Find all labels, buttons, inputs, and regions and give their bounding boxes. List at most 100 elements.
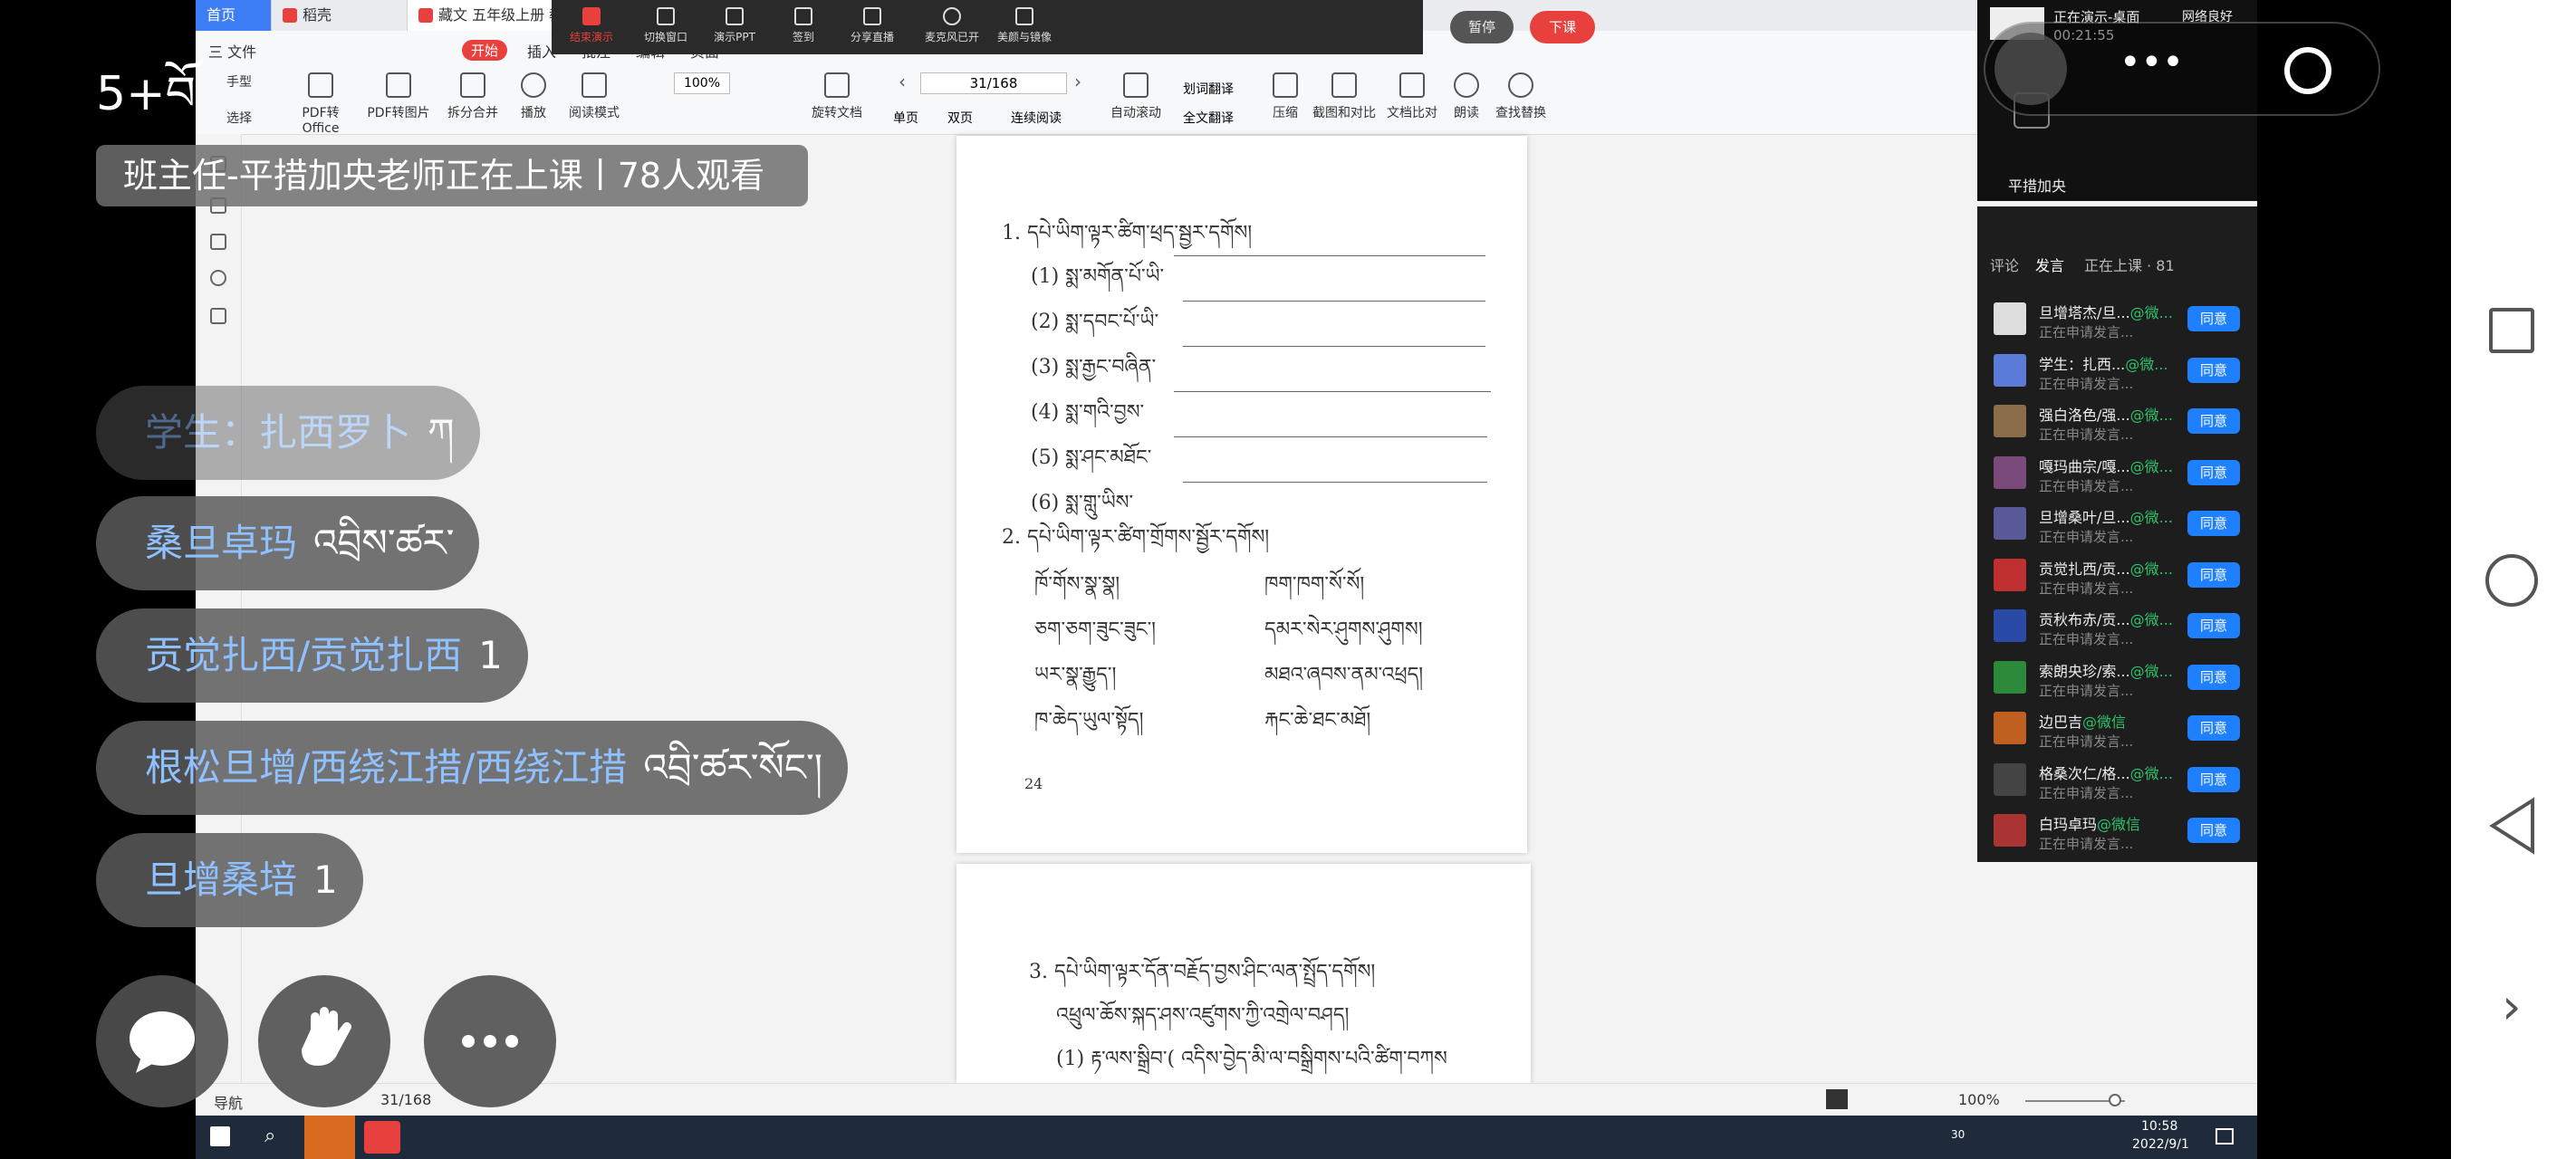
pause-button[interactable]: 暂停: [1450, 11, 1514, 43]
tool-label: 截图和对比: [1312, 106, 1376, 120]
request-status: 正在申请发言...: [2039, 836, 2134, 852]
presenter-name: 平措加央: [2008, 177, 2067, 195]
agree-button[interactable]: 同意: [2187, 766, 2240, 792]
search-icon[interactable]: ⌕: [264, 1125, 275, 1147]
agree-button[interactable]: 同意: [2187, 561, 2240, 588]
chat-message: 贡觉扎西/贡觉扎西 1: [96, 608, 528, 703]
hand-tool[interactable]: 手型: [205, 72, 274, 91]
select-tool[interactable]: 选择: [205, 109, 274, 127]
word-translate-button[interactable]: 划词翻译: [1183, 80, 1234, 98]
end-presentation-button[interactable]: 结束演示: [557, 7, 626, 44]
switch-window-button[interactable]: 切换窗口: [631, 7, 700, 44]
find-replace-button[interactable]: 查找替换: [1489, 72, 1552, 121]
app-taskbar-icon[interactable]: [304, 1116, 355, 1159]
play-icon[interactable]: [1826, 1089, 1848, 1109]
play-button[interactable]: 播放: [511, 72, 556, 121]
rotate-doc-button[interactable]: 旋转文档: [803, 72, 871, 121]
attachment-icon[interactable]: [210, 270, 226, 286]
compress-button[interactable]: 压缩: [1264, 72, 1306, 121]
pdf-to-image-button[interactable]: PDF转图片: [364, 72, 433, 121]
requester-name: 边巴吉@微信: [2039, 710, 2126, 732]
request-status: 正在申请发言...: [2039, 580, 2134, 597]
tab-in-class[interactable]: 正在上课 · 81: [2084, 254, 2175, 275]
auto-scroll-button[interactable]: 自动滚动: [1101, 72, 1170, 121]
tool-label: PDF转Office: [302, 106, 340, 136]
zoom-slider-thumb[interactable]: [2109, 1094, 2121, 1106]
chat-sender: 学生：扎西罗卜: [145, 410, 412, 455]
tab-comments[interactable]: 评论: [1990, 254, 2019, 275]
back-icon[interactable]: [2487, 797, 2538, 855]
source-text: @微...: [2129, 611, 2173, 628]
minimize-icon[interactable]: [1994, 33, 2067, 105]
notification-icon[interactable]: [2216, 1128, 2234, 1145]
home-icon[interactable]: [2485, 554, 2538, 607]
tab-speak[interactable]: 发言: [2035, 254, 2064, 275]
zoom-select[interactable]: 100%: [674, 72, 730, 94]
menu-start[interactable]: 开始: [462, 40, 508, 61]
agree-button[interactable]: 同意: [2187, 511, 2240, 536]
agree-button[interactable]: 同意: [2187, 818, 2240, 843]
avatar: [1994, 507, 2026, 540]
status-zoom[interactable]: 100%: [1958, 1091, 2000, 1108]
read-mode-button[interactable]: 阅读模式: [560, 72, 629, 121]
label: 切换窗口: [643, 31, 687, 43]
ppt-icon: [726, 7, 744, 25]
tab-home[interactable]: 首页: [196, 0, 272, 31]
read-aloud-button[interactable]: 朗读: [1444, 72, 1489, 121]
agree-button[interactable]: 同意: [2187, 357, 2240, 383]
clock-time: 10:58: [2141, 1119, 2178, 1134]
source-text: @微...: [2129, 662, 2173, 680]
avatar: [1994, 302, 2026, 335]
prev-page-icon[interactable]: ‹: [899, 71, 906, 92]
end-class-button[interactable]: 下课: [1530, 11, 1595, 43]
compress-icon: [1273, 72, 1298, 98]
request-list: 旦增塔杰/旦...@微... 正在申请发言... 同意 学生：扎西...@微... 正在…: [1977, 293, 2257, 862]
agree-button[interactable]: 同意: [2187, 715, 2240, 741]
check-in-button[interactable]: 签到: [769, 7, 838, 44]
screenshot-compare-button[interactable]: 截图和对比: [1308, 72, 1380, 121]
share-live-button[interactable]: 分享直播: [838, 7, 907, 44]
avatar: [1994, 712, 2026, 744]
split-merge-button[interactable]: 拆分合并: [438, 72, 507, 121]
menu-file[interactable]: 三 文件: [208, 40, 256, 62]
beauty-mirror-button[interactable]: 美颜与镜像: [990, 7, 1059, 44]
comment-button[interactable]: [96, 975, 228, 1107]
signature-icon[interactable]: [210, 308, 226, 324]
source-text: @微...: [2129, 560, 2173, 578]
mini-program-capsule: •••: [1984, 22, 2380, 116]
raise-hand-button[interactable]: [258, 975, 390, 1107]
agree-button[interactable]: 同意: [2187, 408, 2240, 434]
full-translate-button[interactable]: 全文翻译: [1183, 109, 1234, 127]
request-status: 正在申请发言...: [2039, 682, 2134, 699]
tool-label: 文档比对: [1387, 106, 1437, 120]
windows-start-icon[interactable]: [210, 1126, 230, 1146]
chat-sender: 根松旦增/西绕江措/西绕江措: [145, 745, 628, 790]
avatar: [1994, 609, 2026, 642]
name-text: 边巴吉: [2039, 714, 2083, 731]
doc-compare-button[interactable]: 文档比对: [1380, 72, 1444, 121]
agree-button[interactable]: 同意: [2187, 306, 2240, 331]
more-icon[interactable]: •••: [2119, 42, 2184, 83]
tab-docer[interactable]: 稻壳: [272, 0, 408, 31]
next-page-icon[interactable]: ›: [1074, 71, 1081, 92]
double-page-button[interactable]: 双页: [947, 109, 973, 127]
request-status: 正在申请发言...: [2039, 631, 2134, 647]
present-ppt-button[interactable]: 演示PPT: [700, 7, 769, 44]
mic-button[interactable]: 麦克风已开: [918, 7, 986, 44]
chevron-right-icon[interactable]: ›: [2502, 978, 2522, 1035]
recents-icon[interactable]: [2489, 308, 2534, 353]
more-button[interactable]: [424, 975, 556, 1107]
agree-button[interactable]: 同意: [2187, 664, 2240, 690]
comment-list-icon[interactable]: [210, 234, 226, 250]
page-number-input[interactable]: 31/168: [920, 72, 1067, 94]
avatar: [1994, 455, 2026, 489]
pdf-to-office-button[interactable]: PDF转Office: [286, 72, 355, 136]
chat-text: 1: [313, 857, 338, 902]
wps-taskbar-icon[interactable]: [364, 1121, 400, 1154]
agree-button[interactable]: 同意: [2187, 613, 2240, 638]
close-target-icon[interactable]: [2284, 47, 2331, 94]
continuous-read-button[interactable]: 连续阅读: [1011, 109, 1062, 127]
stop-icon: [582, 7, 601, 25]
single-page-button[interactable]: 单页: [893, 109, 918, 127]
agree-button[interactable]: 同意: [2187, 459, 2240, 485]
